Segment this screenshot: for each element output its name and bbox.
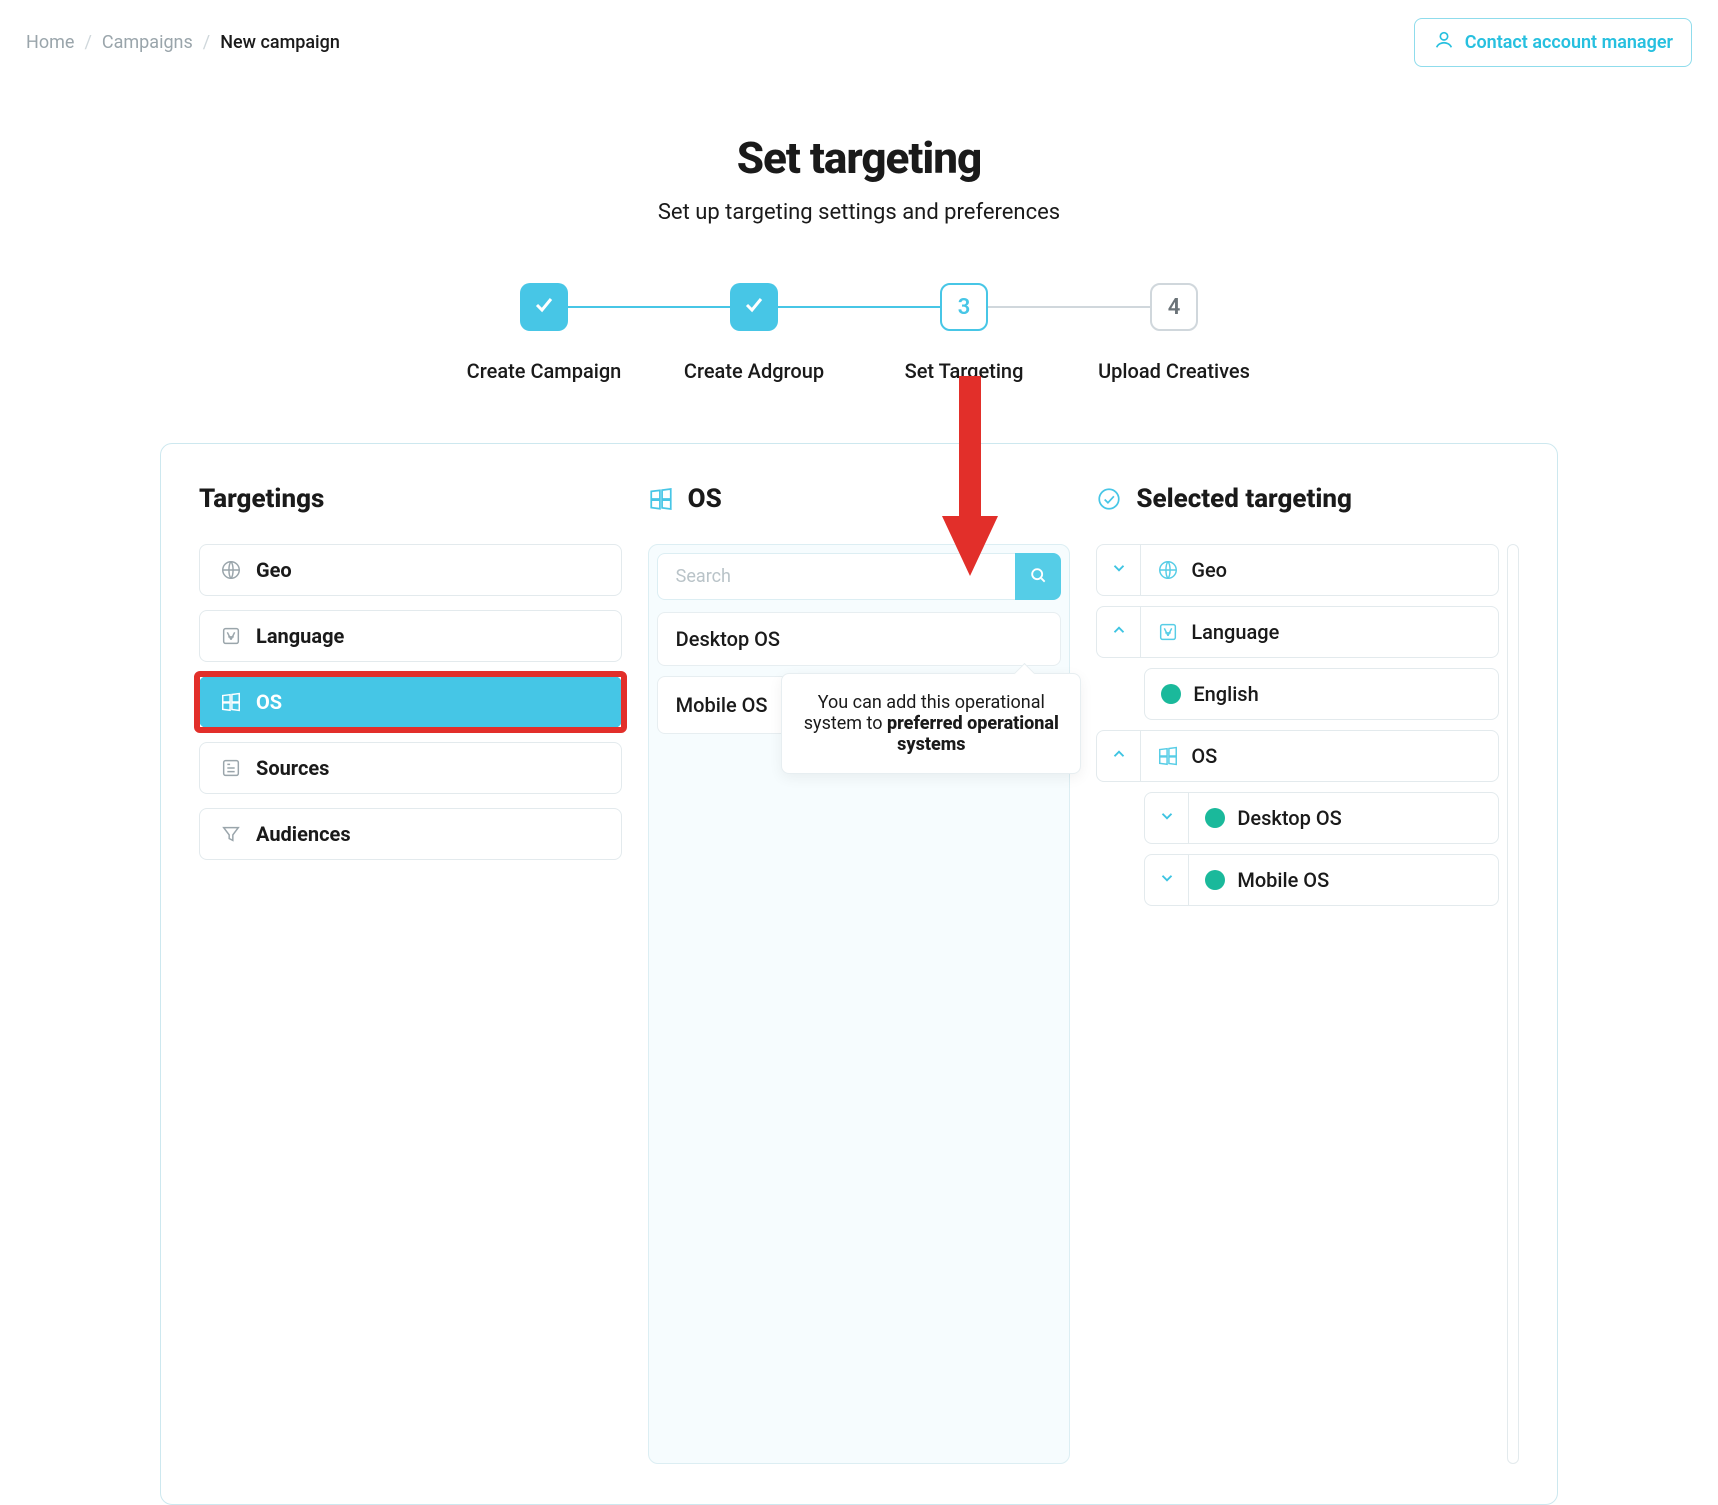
targetings-title: Targetings: [199, 484, 324, 514]
windows-icon: [220, 691, 242, 713]
targeting-item-geo[interactable]: Geo: [199, 544, 622, 596]
targeting-item-label: Language: [256, 624, 344, 648]
os-option-label: Mobile OS: [676, 693, 768, 717]
selected-child-desktop-os[interactable]: Desktop OS: [1144, 792, 1499, 844]
os-title: OS: [688, 484, 722, 514]
step-set-targeting[interactable]: 3 Set Targeting: [859, 283, 1069, 383]
os-search-button[interactable]: [1015, 553, 1061, 600]
windows-icon: [648, 486, 674, 512]
page-title: Set targeting: [0, 132, 1718, 184]
contact-account-manager-label: Contact account manager: [1465, 32, 1673, 53]
status-dot-icon: [1205, 870, 1225, 890]
selected-child-label: English: [1193, 682, 1258, 706]
chevron-up-icon: [1110, 745, 1128, 767]
step-upload-creatives[interactable]: 4 Upload Creatives: [1069, 283, 1279, 383]
targeting-item-label: OS: [256, 690, 282, 714]
selected-child-mobile-os[interactable]: Mobile OS: [1144, 854, 1499, 906]
language-icon: [1157, 621, 1179, 643]
add-os-tooltip: You can add this operational system to p…: [781, 673, 1081, 774]
contact-account-manager-button[interactable]: Contact account manager: [1414, 18, 1692, 67]
breadcrumb-home[interactable]: Home: [26, 32, 74, 53]
os-column: OS Desktop OS Mobile OS +: [648, 484, 1071, 1464]
step-create-adgroup[interactable]: Create Adgroup: [649, 283, 859, 383]
filter-icon: [220, 823, 242, 845]
chevron-down-icon: [1110, 559, 1128, 581]
targeting-item-language[interactable]: Language: [199, 610, 622, 662]
user-headset-icon: [1433, 29, 1455, 56]
targeting-item-os[interactable]: OS: [199, 676, 622, 728]
sources-icon: [220, 757, 242, 779]
os-option-label: Desktop OS: [676, 627, 780, 651]
selected-item-os[interactable]: OS: [1096, 730, 1499, 782]
collapse-toggle[interactable]: [1097, 607, 1141, 657]
collapse-toggle[interactable]: [1097, 731, 1141, 781]
step-label: Upload Creatives: [1098, 359, 1250, 383]
targeting-item-label: Geo: [256, 558, 292, 582]
status-dot-icon: [1205, 808, 1225, 828]
selected-targeting-title: Selected targeting: [1136, 484, 1352, 514]
language-icon: [220, 625, 242, 647]
globe-icon: [1157, 559, 1179, 581]
step-number: 4: [1150, 283, 1198, 331]
chevron-down-icon: [1158, 807, 1176, 829]
expand-toggle[interactable]: [1145, 855, 1189, 905]
os-search-input[interactable]: [657, 553, 1016, 600]
breadcrumb-current: New campaign: [220, 32, 340, 53]
chevron-down-icon: [1158, 869, 1176, 891]
breadcrumb-separator: /: [84, 32, 91, 53]
os-option-desktop[interactable]: Desktop OS: [657, 612, 1062, 666]
expand-toggle[interactable]: [1145, 793, 1189, 843]
breadcrumb: Home / Campaigns / New campaign: [26, 32, 340, 53]
globe-icon: [220, 559, 242, 581]
check-icon: [742, 292, 766, 322]
search-icon: [1028, 565, 1048, 589]
step-label: Create Campaign: [467, 359, 622, 383]
selected-item-geo[interactable]: Geo: [1096, 544, 1499, 596]
tooltip-text-strong: preferred operational systems: [887, 713, 1059, 755]
step-label: Set Targeting: [905, 359, 1024, 383]
breadcrumb-campaigns[interactable]: Campaigns: [102, 32, 193, 53]
selected-item-label: Language: [1191, 620, 1279, 644]
status-dot-icon: [1161, 684, 1181, 704]
step-label: Create Adgroup: [684, 359, 824, 383]
selected-child-english[interactable]: English: [1144, 668, 1499, 720]
selected-item-language[interactable]: Language: [1096, 606, 1499, 658]
targetings-column: Targetings Geo Language OS S: [199, 484, 622, 1464]
selected-item-label: Geo: [1191, 558, 1227, 582]
selected-targeting-column: Selected targeting Geo: [1096, 484, 1519, 1464]
selected-item-label: OS: [1191, 744, 1217, 768]
step-number: 3: [940, 283, 988, 331]
windows-icon: [1157, 745, 1179, 767]
breadcrumb-separator: /: [203, 32, 210, 53]
targeting-item-audiences[interactable]: Audiences: [199, 808, 622, 860]
scrollbar[interactable]: [1507, 544, 1519, 1464]
step-create-campaign[interactable]: Create Campaign: [439, 283, 649, 383]
page-subtitle: Set up targeting settings and preference…: [0, 200, 1718, 225]
selected-child-label: Desktop OS: [1237, 806, 1341, 830]
expand-toggle[interactable]: [1097, 545, 1141, 595]
chevron-up-icon: [1110, 621, 1128, 643]
check-circle-icon: [1096, 486, 1122, 512]
targeting-item-label: Sources: [256, 756, 329, 780]
targeting-item-label: Audiences: [256, 822, 351, 846]
targeting-item-sources[interactable]: Sources: [199, 742, 622, 794]
selected-child-label: Mobile OS: [1237, 868, 1329, 892]
stepper: Create Campaign Create Adgroup 3 Set Tar…: [0, 283, 1718, 383]
check-icon: [532, 292, 556, 322]
